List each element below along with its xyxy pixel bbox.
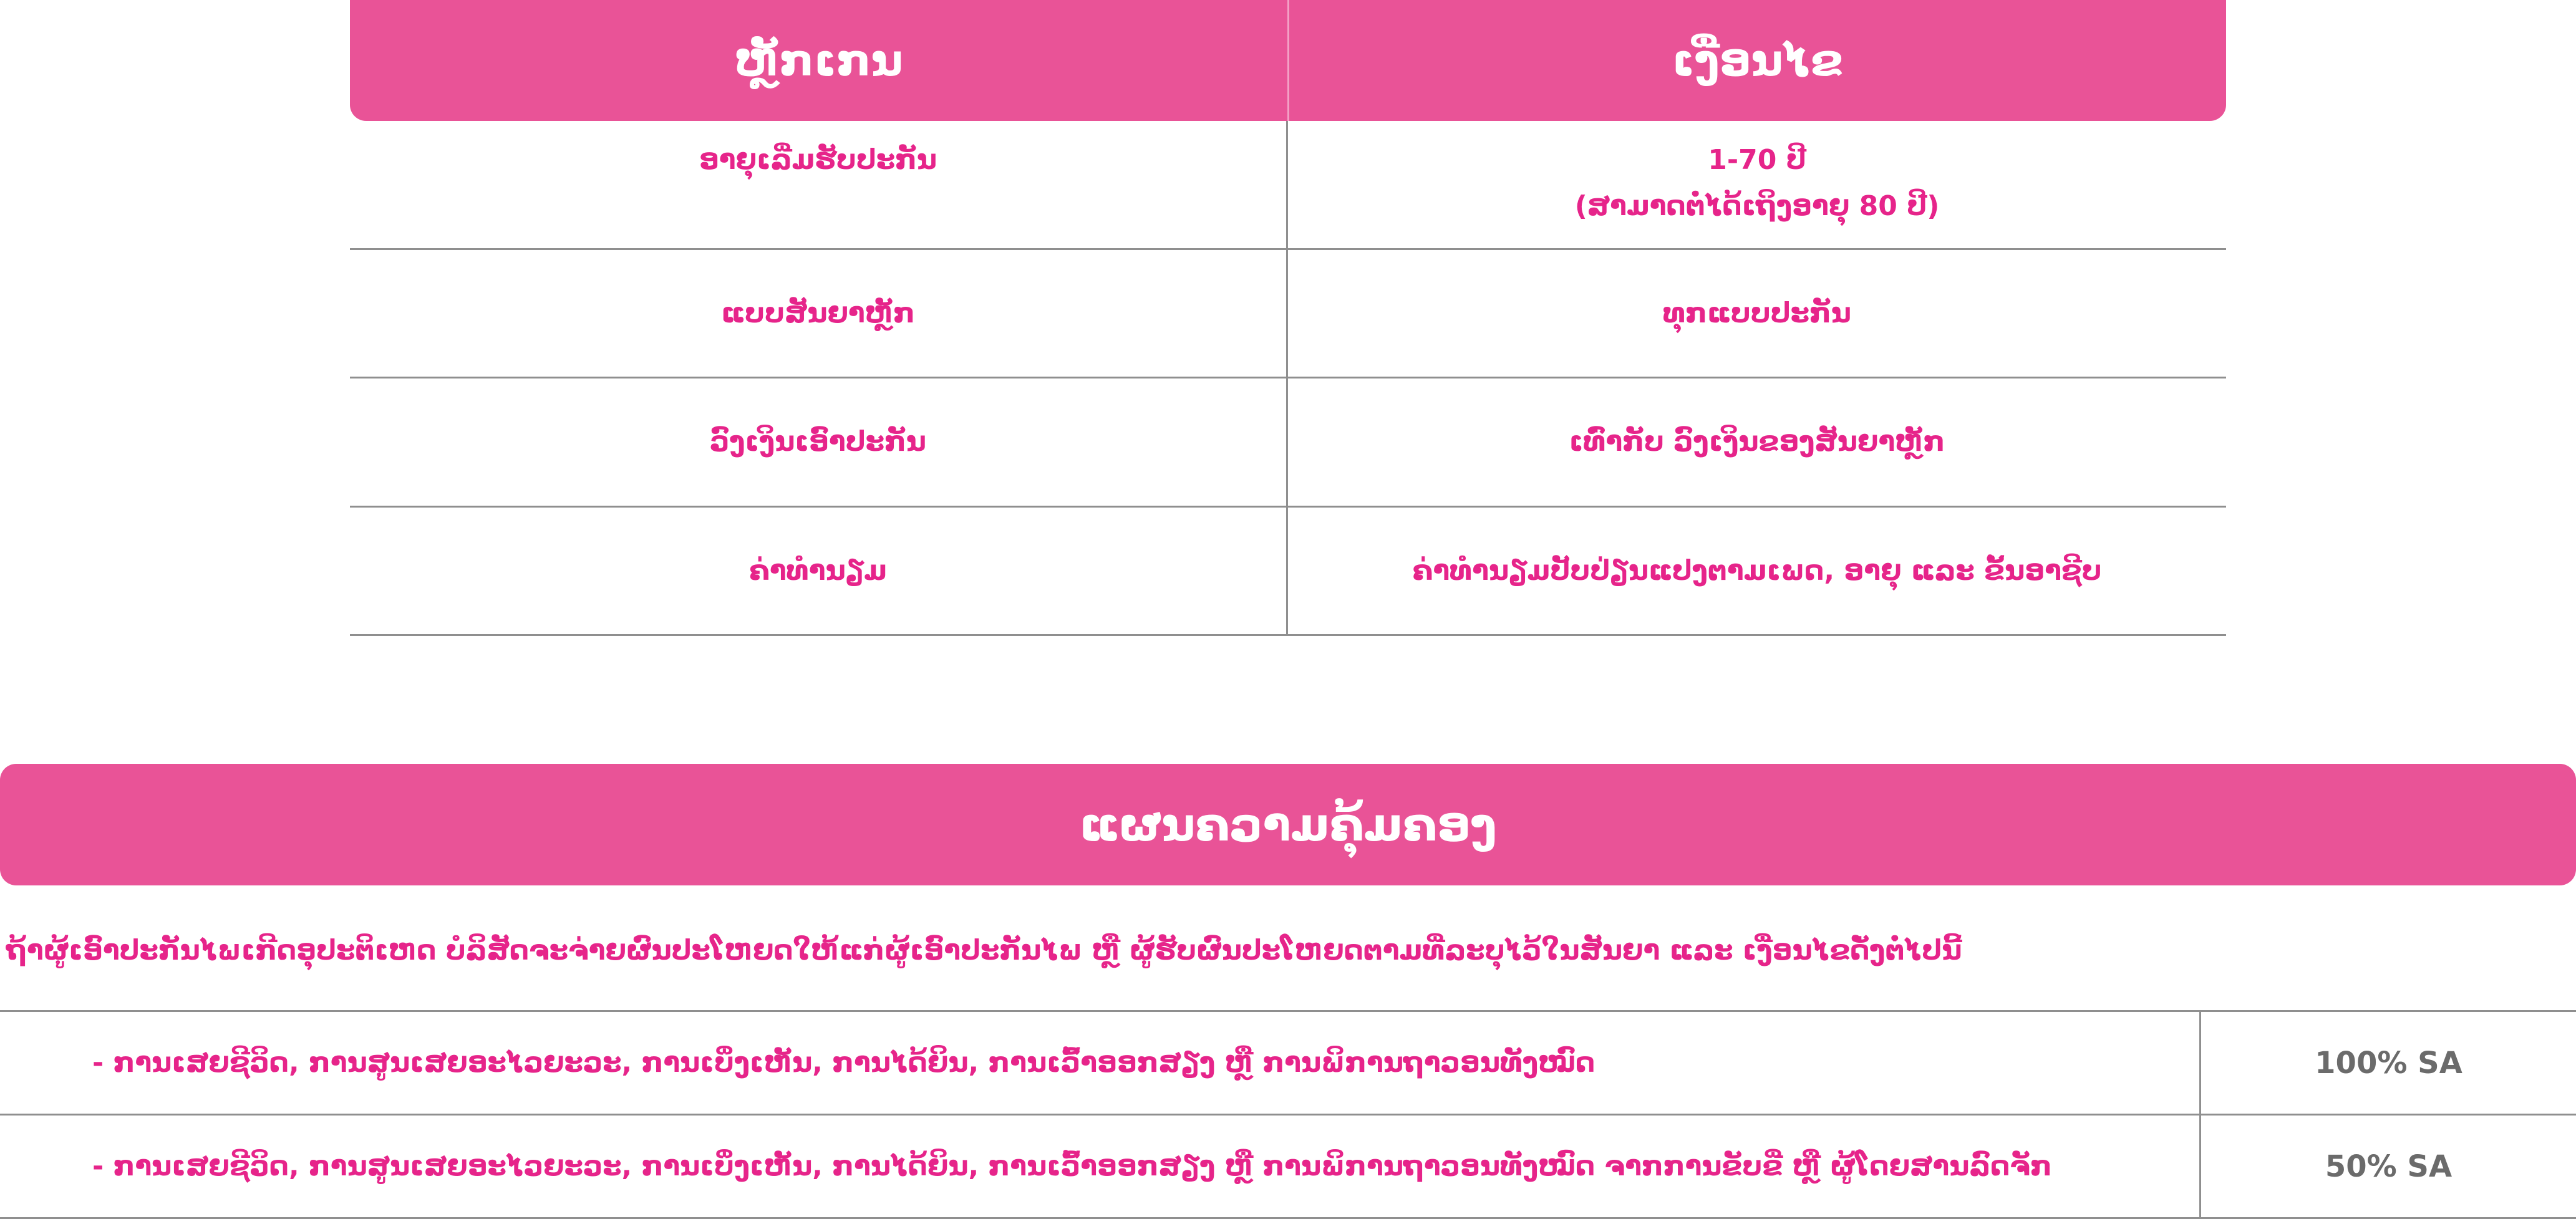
table-row: - ການເສຍຊີວິດ, ການສູນເສຍອະໄວຍະວະ, ການເບິ… <box>0 1012 2576 1115</box>
criteria-table-header: ຫຼັກເກນ ເງື່ອນໄຂ <box>350 0 2226 121</box>
row-value-line: 1-70 ປີ <box>1708 144 1806 176</box>
row-label: ຄ່າທຳນຽມ <box>350 508 1288 634</box>
criteria-header-conditions: ເງື່ອນໄຂ <box>1672 35 1844 86</box>
row-label: ແບບສັນຍາຫຼັກ <box>350 250 1288 377</box>
table-row: ແບບສັນຍາຫຼັກ ທຸກແບບປະກັນ <box>350 250 2226 378</box>
row-label: ອາຍຸເລີ່ມຮັບປະກັນ <box>350 121 1288 248</box>
coverage-intro-text: ຖ້າຜູ້ເອົາປະກັນໄພເກີດອຸປະຕິເຫດ ບໍລິສັດຈະ… <box>6 935 1962 966</box>
table-row: ວົງເງິນເອົາປະກັນ ເທົ່າກັບ ວົງເງິນຂອງສັນຍ… <box>350 378 2226 508</box>
coverage-description: - ການເສຍຊີວິດ, ການສູນເສຍອະໄວຍະວະ, ການເບິ… <box>0 1012 2201 1114</box>
row-value: ທຸກແບບປະກັນ <box>1288 250 2226 377</box>
coverage-description: - ການເສຍຊີວິດ, ການສູນເສຍອະໄວຍະວະ, ການເບິ… <box>0 1115 2201 1217</box>
coverage-plan-title: ແຜນຄວາມຄຸ້ມຄອງ <box>0 764 2576 885</box>
row-value: ເທົ່າກັບ ວົງເງິນຂອງສັນຍາຫຼັກ <box>1288 378 2226 506</box>
table-row: ອາຍຸເລີ່ມຮັບປະກັນ 1-70 ປີ (ສາມາດຕໍ່ໄດ້ເຖ… <box>350 121 2226 250</box>
row-value: 1-70 ປີ (ສາມາດຕໍ່ໄດ້ເຖິງອາຍຸ 80 ປີ) <box>1288 121 2226 248</box>
coverage-benefit: 100% SA <box>2315 1045 2462 1081</box>
row-label: ວົງເງິນເອົາປະກັນ <box>350 378 1288 506</box>
table-row: - ການເສຍຊີວິດ, ການສູນເສຍອະໄວຍະວະ, ການເບິ… <box>0 1115 2576 1219</box>
table-row: ຄ່າທຳນຽມ ຄ່າທຳນຽມປັບປ່ຽນແປງຕາມເພດ, ອາຍຸ … <box>350 508 2226 636</box>
coverage-benefit: 50% SA <box>2325 1149 2453 1184</box>
row-value-line: ທຸກແບບປະກັນ <box>1663 297 1851 329</box>
row-value: ຄ່າທຳນຽມປັບປ່ຽນແປງຕາມເພດ, ອາຍຸ ແລະ ຂັ້ນອ… <box>1288 508 2226 634</box>
criteria-table: ຫຼັກເກນ ເງື່ອນໄຂ ອາຍຸເລີ່ມຮັບປະກັນ 1-70 … <box>350 0 2226 636</box>
row-value-line: (ສາມາດຕໍ່ໄດ້ເຖິງອາຍຸ 80 ປີ) <box>1574 190 1940 222</box>
row-value-line: ຄ່າທຳນຽມປັບປ່ຽນແປງຕາມເພດ, ອາຍຸ ແລະ ຂັ້ນອ… <box>1412 554 2102 587</box>
row-value-line: ເທົ່າກັບ ວົງເງິນຂອງສັນຍາຫຼັກ <box>1569 426 1945 458</box>
coverage-table: - ການເສຍຊີວິດ, ການສູນເສຍອະໄວຍະວະ, ການເບິ… <box>0 1010 2576 1219</box>
criteria-header-criteria: ຫຼັກເກນ <box>350 0 1289 121</box>
